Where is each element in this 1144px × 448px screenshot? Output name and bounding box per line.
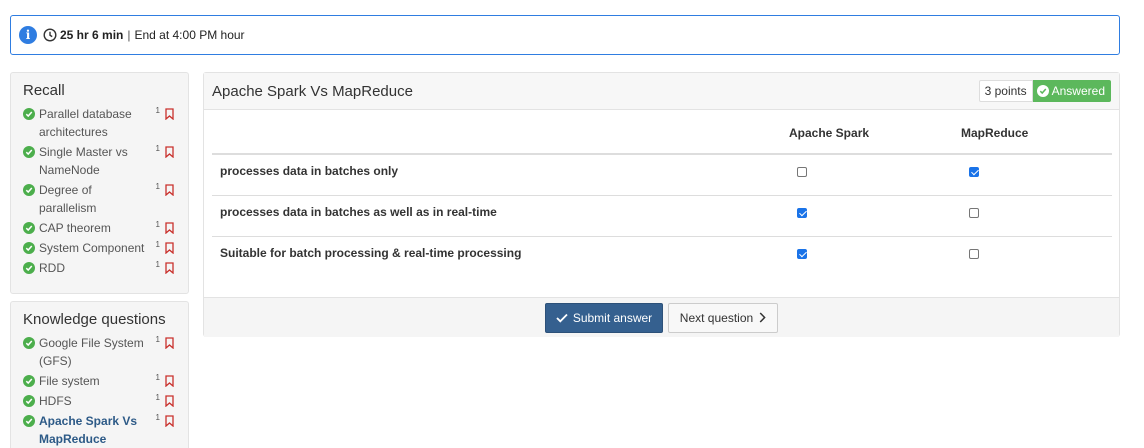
- recall-list: Parallel database architectures 1 Single M…: [11, 103, 188, 277]
- bookmark-icon[interactable]: [165, 184, 174, 196]
- statement-column-header: [212, 113, 789, 155]
- sidebar-item[interactable]: Parallel database architectures 1: [23, 105, 182, 141]
- knowledge-panel: Knowledge questions Google File System (…: [10, 301, 189, 448]
- bookmark-icon[interactable]: [165, 222, 174, 234]
- attempt-count: 1: [155, 373, 160, 382]
- next-question-label: Next question: [679, 310, 754, 325]
- statement-text: Suitable for batch processing & real-tim…: [220, 245, 522, 260]
- timer-end-time: End at 4:00 PM hour: [134, 28, 245, 42]
- matrix-header-row: Apache Spark MapReduce: [212, 113, 1112, 155]
- sidebar-item[interactable]: Single Master vs NameNode 1: [23, 143, 182, 179]
- statement-text: processes data in batches only: [212, 154, 789, 196]
- question-footer: Submit answer Next question: [204, 297, 1119, 337]
- time-remaining: 25 hr 6 min: [60, 28, 124, 42]
- knowledge-list: Google File System (GFS) 1 File system 1 HDF…: [11, 332, 188, 448]
- checkmark-icon: [556, 313, 568, 323]
- sidebar-item-label: RDD: [39, 261, 65, 275]
- submit-answer-button[interactable]: Submit answer: [545, 302, 663, 333]
- matrix-row: Suitable for batch processing & real-tim…: [212, 236, 1112, 277]
- bookmark-icon[interactable]: [165, 242, 174, 254]
- check-circle-icon: [1036, 85, 1049, 97]
- attempt-count: 1: [155, 413, 160, 422]
- check-circle-icon: [23, 375, 35, 387]
- check-circle-icon: [23, 222, 35, 234]
- attempt-count: 1: [155, 260, 160, 269]
- chevron-right-icon: [759, 312, 766, 323]
- submit-answer-label: Submit answer: [572, 310, 653, 325]
- sidebar-item[interactable]: HDFS 1: [23, 392, 182, 410]
- sidebar-item[interactable]: System Component 1: [23, 239, 182, 257]
- bookmark-icon[interactable]: [165, 146, 174, 158]
- answered-badge: Answered: [1032, 80, 1111, 102]
- sidebar-item[interactable]: File system 1: [23, 372, 182, 390]
- sidebar-item[interactable]: Apache Spark Vs MapReduce 1: [23, 412, 182, 448]
- attempt-count: 1: [155, 393, 160, 402]
- matrix-row: processes data in batches as well as in …: [212, 195, 1112, 237]
- check-circle-icon: [23, 242, 35, 254]
- matrix-row: processes data in batches only: [212, 154, 1112, 196]
- question-header: Apache Spark Vs MapReduce 3 points Answe…: [204, 73, 1119, 110]
- mapreduce-checkbox[interactable]: [969, 248, 979, 259]
- timer-bar: i 25 hr 6 min | End at 4:00 PM hour: [10, 15, 1120, 55]
- mapreduce-checkbox[interactable]: [969, 167, 979, 177]
- sidebar-item-label: Apache Spark Vs MapReduce: [39, 414, 138, 446]
- sidebar-item[interactable]: Google File System (GFS) 1: [23, 334, 182, 370]
- question-title: Apache Spark Vs MapReduce: [212, 82, 413, 100]
- question-panel: Apache Spark Vs MapReduce 3 points Answe…: [203, 72, 1120, 337]
- recall-title: Recall: [23, 82, 65, 99]
- timer-separator: |: [127, 28, 131, 42]
- check-circle-icon: [23, 108, 35, 120]
- sidebar-item-label: Google File System (GFS): [39, 336, 144, 368]
- attempt-count: 1: [155, 144, 160, 153]
- answer-matrix: Apache Spark MapReduce processes data in…: [212, 113, 1112, 277]
- bookmark-icon[interactable]: [165, 108, 174, 120]
- check-circle-icon: [23, 337, 35, 349]
- attempt-count: 1: [155, 106, 160, 115]
- sidebar-item-label: HDFS: [39, 394, 72, 408]
- mapreduce-column-header: MapReduce: [961, 113, 1112, 155]
- apache-spark-checkbox[interactable]: [797, 207, 807, 218]
- check-circle-icon: [23, 184, 35, 196]
- answered-label: Answered: [1051, 84, 1105, 98]
- bookmark-icon[interactable]: [165, 415, 174, 427]
- knowledge-title: Knowledge questions: [23, 311, 166, 328]
- attempt-count: 1: [155, 220, 160, 229]
- sidebar-item[interactable]: Degree of parallelism 1: [23, 181, 182, 217]
- check-circle-icon: [23, 262, 35, 274]
- sidebar-item[interactable]: RDD 1: [23, 259, 182, 277]
- bookmark-icon[interactable]: [165, 262, 174, 274]
- check-circle-icon: [23, 146, 35, 158]
- apache-spark-checkbox[interactable]: [797, 167, 807, 177]
- next-question-button[interactable]: Next question: [668, 302, 778, 333]
- sidebar-item-label: File system: [39, 374, 100, 388]
- bookmark-icon[interactable]: [165, 375, 174, 387]
- statement-text: processes data in batches as well as in …: [212, 195, 789, 237]
- check-circle-icon: [23, 395, 35, 407]
- check-circle-icon: [23, 415, 35, 427]
- recall-panel: Recall Parallel database architectures 1 S…: [10, 72, 189, 294]
- sidebar-item[interactable]: CAP theorem 1: [23, 219, 182, 237]
- mapreduce-checkbox[interactable]: [969, 207, 979, 218]
- attempt-count: 1: [155, 182, 160, 191]
- sidebar-item-label: CAP theorem: [39, 221, 111, 235]
- apache-spark-column-header: Apache Spark: [789, 113, 961, 155]
- clock-icon: [43, 28, 57, 42]
- attempt-count: 1: [155, 335, 160, 344]
- bookmark-icon[interactable]: [165, 337, 174, 349]
- sidebar-item-label: Degree of parallelism: [39, 183, 97, 215]
- sidebar-item-label: Parallel database architectures: [39, 107, 132, 139]
- attempt-count: 1: [155, 240, 160, 249]
- sidebar-item-label: Single Master vs NameNode: [39, 145, 128, 177]
- info-icon: i: [19, 26, 37, 44]
- sidebar-item-label: System Component: [39, 241, 145, 255]
- apache-spark-checkbox[interactable]: [797, 248, 807, 259]
- bookmark-icon[interactable]: [165, 395, 174, 407]
- points-badge: 3 points: [978, 80, 1033, 102]
